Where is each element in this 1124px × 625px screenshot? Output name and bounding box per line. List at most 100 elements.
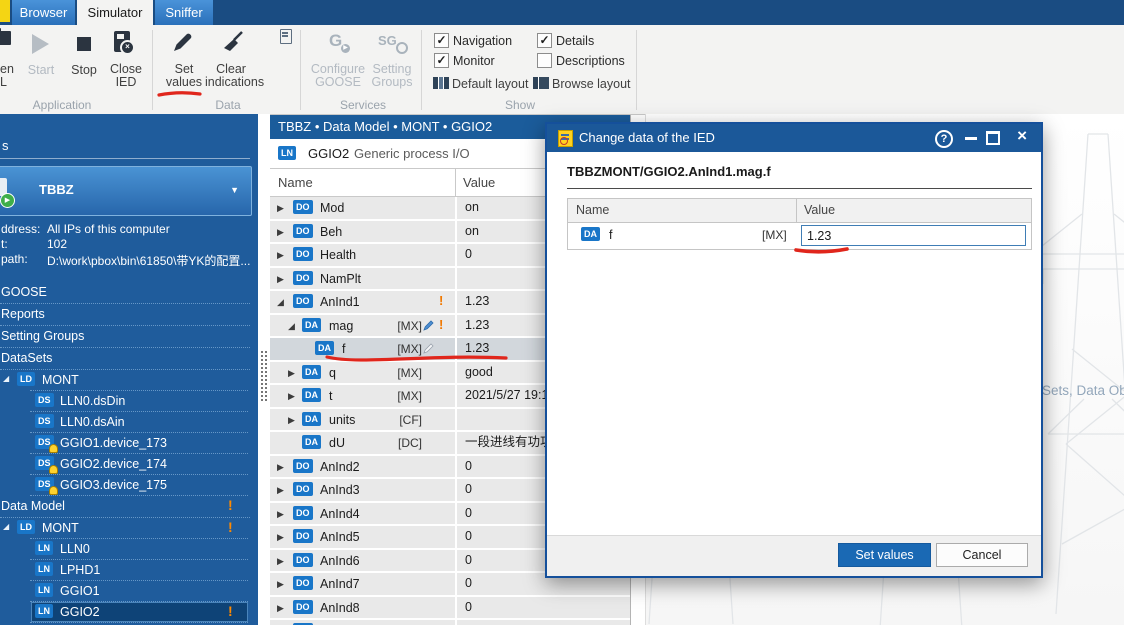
node-type-badge: LN [35,583,53,597]
setting-groups-button[interactable]: Groups [368,75,416,89]
splitter-grip-icon[interactable] [260,350,268,402]
column-divider[interactable] [455,169,456,196]
expand-icon[interactable]: ▶ [277,532,284,543]
sidebar-section-goose[interactable]: GOOSE [0,282,258,304]
app-icon-partial[interactable] [0,0,10,22]
clear-indications-button[interactable]: Clear [215,62,247,76]
node-name: mag [329,319,353,333]
name-cell: ▶DOAnInd6 [270,550,455,572]
tree-item-mont[interactable]: ◢LDMONT! [0,518,258,539]
setting-groups-button[interactable]: Setting [368,62,416,76]
node-type-badge: DO [293,576,313,590]
close-ied-button[interactable]: Close [108,62,144,76]
tree-item-ggio1.device_173[interactable]: DSGGIO1.device_173 [0,433,258,454]
expand-icon[interactable]: ▶ [277,485,284,496]
cancel-button[interactable]: Cancel [936,543,1028,567]
device-selector[interactable]: ▶ TBBZ ▼ [0,166,252,216]
dialog-table-row[interactable]: DA f [MX] [568,223,1031,249]
navigation-checkbox[interactable]: ✓ [434,33,449,48]
collapse-icon[interactable]: ◢ [3,374,9,383]
sidebar-section-reports[interactable]: Reports [0,304,258,326]
collapse-icon[interactable]: ◢ [277,297,284,308]
help-icon[interactable]: ? [935,130,953,148]
close-ied-button[interactable]: IED [108,75,144,89]
open-scl-button-partial[interactable]: en [0,62,14,76]
start-button[interactable]: Start [27,63,55,77]
panel-splitter[interactable] [258,114,270,625]
collapse-icon[interactable]: ◢ [3,522,9,531]
table-row[interactable]: ▶DOAnInd90 [270,620,630,625]
node-name: AnInd1 [320,295,360,309]
open-scl-icon[interactable] [0,31,11,45]
tab-simulator[interactable]: Simulator [77,0,153,25]
collapse-icon[interactable]: ◢ [288,321,295,332]
node-name: Beh [320,225,342,239]
set-values-button[interactable]: Set [168,62,200,76]
expand-icon[interactable]: ▶ [277,203,284,214]
descriptions-checkbox[interactable] [537,53,552,68]
node-type-badge: DO [293,294,313,308]
expand-icon[interactable]: ▶ [288,415,295,426]
sidebar-section-label: GOOSE [1,285,47,299]
tree-item-lphd1[interactable]: LNLPHD1 [0,560,258,581]
sidebar-section-setting-groups[interactable]: Setting Groups [0,326,258,348]
node-name: AnInd7 [320,577,360,591]
divider [0,158,250,159]
value-input[interactable] [801,225,1026,246]
name-cell: ▶DOAnInd4 [270,503,455,525]
changed-indicator: ! [228,603,233,619]
configure-goose-button[interactable]: GOOSE [310,75,366,89]
tab-browser[interactable]: Browser [12,0,75,25]
node-name: AnInd3 [320,483,360,497]
dialog-titlebar[interactable]: Change data of the IED ? × [547,124,1041,152]
group-separator [300,30,301,110]
configure-goose-button[interactable]: Configure [310,62,366,76]
stop-button[interactable]: Stop [70,63,98,77]
open-scl-button-partial[interactable]: L [0,75,7,89]
tree-item-lln0.dsain[interactable]: DSLLN0.dsAin [0,412,258,433]
expand-icon[interactable]: ▶ [277,603,284,614]
tree-item-ggio1[interactable]: LNGGIO1 [0,581,258,602]
changed-indicator: ! [439,317,443,332]
edit-pencil-icon[interactable] [422,342,435,355]
table-row[interactable]: ▶DOAnInd80 [270,597,630,621]
chevron-down-icon[interactable]: ▼ [230,185,239,195]
edit-pencil-icon[interactable] [422,319,435,332]
dialog-table: Name Value DA f [MX] [567,198,1032,250]
set-values-button[interactable]: values [162,75,206,89]
set-values-button[interactable]: Set values [838,543,931,567]
node-type-badge: DA [302,365,321,379]
tree-item-label: LLN0.dsDin [60,394,125,408]
expand-icon[interactable]: ▶ [277,462,284,473]
tab-sniffer[interactable]: Sniffer [155,0,213,25]
tree-item-ggio2[interactable]: LNGGIO2! [0,602,258,623]
sidebar-section-data-model[interactable]: Data Model! [0,496,258,518]
expand-icon[interactable]: ▶ [277,274,284,285]
functional-constraint: [MX] [397,389,422,403]
details-checkbox[interactable]: ✓ [537,33,552,48]
tree-item-lln0[interactable]: LNLLN0 [0,539,258,560]
sidebar-section-datasets[interactable]: DataSets [0,348,258,370]
clear-indications-button[interactable]: indications [205,75,257,89]
expand-icon[interactable]: ▶ [277,579,284,590]
tree-item-ggio3.device_175[interactable]: DSGGIO3.device_175 [0,475,258,496]
tree-item-lln0.dsdin[interactable]: DSLLN0.dsDin [0,391,258,412]
group-separator [636,30,637,110]
functional-constraint: [CF] [399,413,422,427]
tree-item-mont[interactable]: ◢LDMONT [0,370,258,391]
maximize-icon[interactable] [986,131,1000,145]
browse-layout-button[interactable]: Browse layout [552,77,631,91]
export-data-icon[interactable] [280,29,292,44]
close-icon[interactable]: × [1017,126,1027,146]
tree-item-ggio2.device_174[interactable]: DSGGIO2.device_174 [0,454,258,475]
monitor-checkbox[interactable]: ✓ [434,53,449,68]
details-checkbox-label: Details [556,34,594,48]
expand-icon[interactable]: ▶ [277,250,284,261]
expand-icon[interactable]: ▶ [277,556,284,567]
expand-icon[interactable]: ▶ [277,509,284,520]
expand-icon[interactable]: ▶ [288,391,295,402]
expand-icon[interactable]: ▶ [277,227,284,238]
expand-icon[interactable]: ▶ [288,368,295,379]
default-layout-button[interactable]: Default layout [452,77,528,91]
minimize-icon[interactable] [965,137,977,140]
